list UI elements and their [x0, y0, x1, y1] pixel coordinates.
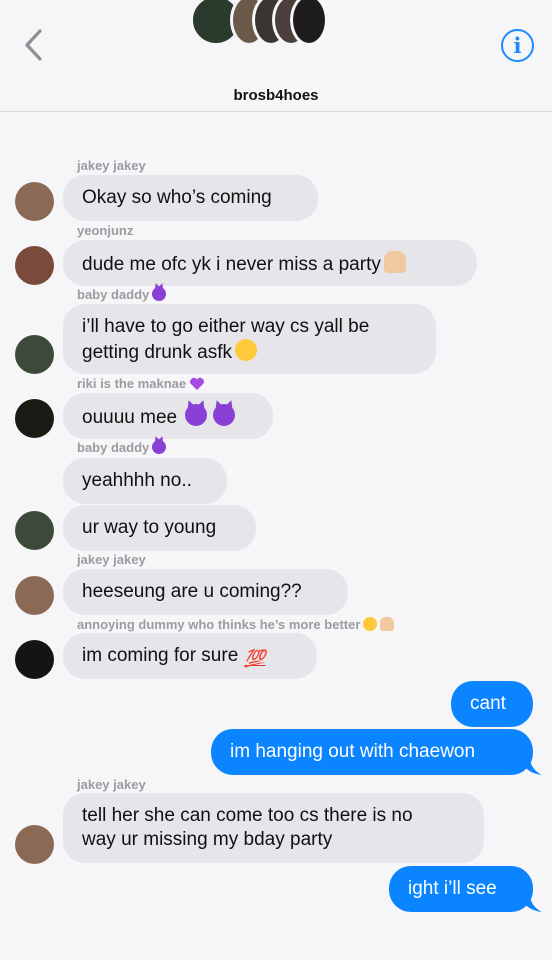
message-bubble-outgoing[interactable]: im hanging out with chaewon [211, 729, 533, 775]
sender-name: jakey jakey [77, 552, 146, 567]
avatar[interactable] [15, 182, 54, 221]
avatar[interactable] [15, 640, 54, 679]
message-bubble[interactable]: tell her she can come too cs there is no… [63, 793, 484, 863]
message-bubble[interactable]: Okay so who’s coming [63, 175, 318, 221]
chat-header: i brosb4hoes [0, 0, 552, 112]
message-bubble[interactable]: ur way to young [63, 505, 256, 551]
message-bubble[interactable]: i’ll have to go either way cs yall be ge… [63, 304, 436, 374]
avatar[interactable] [15, 825, 54, 864]
devil-emoji-icon [152, 287, 167, 301]
sender-name: baby daddy [77, 440, 167, 455]
pray-emoji-icon [383, 251, 406, 273]
devil-emoji-icon [185, 404, 208, 426]
sender-name: annoying dummy who thinks he’s more bett… [77, 617, 395, 632]
sender-name: jakey jakey [77, 158, 146, 173]
avatar [290, 0, 328, 46]
message-bubble[interactable]: dude me ofc yk i never miss a party [63, 240, 477, 286]
chevron-left-icon[interactable] [22, 28, 46, 62]
devil-emoji-icon [213, 404, 236, 426]
joy-face-icon [363, 617, 378, 631]
hundred-points-icon: 💯 [244, 649, 266, 668]
avatar[interactable] [15, 576, 54, 615]
sender-name: riki is the maknae [77, 376, 205, 391]
group-name[interactable]: brosb4hoes [0, 87, 552, 104]
sender-name: jakey jakey [77, 777, 146, 792]
message-bubble-outgoing[interactable]: cant [451, 681, 533, 727]
pray-emoji-icon [380, 617, 395, 631]
message-bubble-outgoing[interactable]: ight i’ll see [389, 866, 533, 912]
group-avatars[interactable] [190, 0, 330, 46]
message-bubble[interactable]: ouuuu mee [63, 393, 273, 439]
bubble-tail [520, 757, 542, 775]
devil-emoji-icon [152, 440, 167, 454]
avatar[interactable] [15, 246, 54, 285]
info-icon[interactable]: i [501, 29, 534, 62]
bubble-tail [520, 894, 542, 912]
unamused-face-icon [234, 339, 257, 361]
purple-heart-icon [190, 377, 205, 390]
message-bubble[interactable]: yeahhhh no.. [63, 458, 227, 504]
sender-name: baby daddy [77, 287, 167, 302]
sender-name: yeonjunz [77, 223, 134, 238]
avatar[interactable] [15, 511, 54, 550]
message-bubble[interactable]: heeseung are u coming?? [63, 569, 348, 615]
avatar[interactable] [15, 335, 54, 374]
avatar[interactable] [15, 399, 54, 438]
message-bubble[interactable]: im coming for sure 💯 [63, 633, 317, 679]
